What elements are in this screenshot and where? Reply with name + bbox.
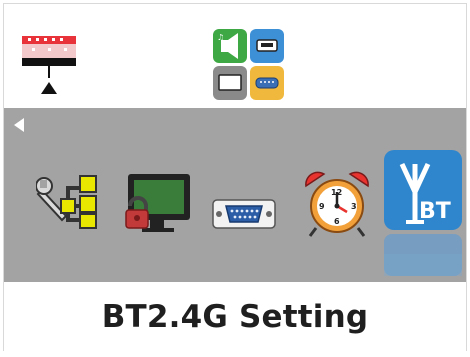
status-bar: ♫ bbox=[4, 4, 466, 107]
up-arrow-icon bbox=[41, 82, 57, 94]
signal-meter-icon bbox=[22, 34, 76, 94]
alarm-clock-icon[interactable]: 12 3 6 9 bbox=[302, 168, 372, 238]
selected-item-label: BT2.4G Setting bbox=[101, 299, 369, 335]
rs232-port-icon[interactable] bbox=[212, 196, 276, 230]
svg-text:3: 3 bbox=[351, 202, 357, 211]
network-settings-icon[interactable] bbox=[36, 170, 108, 232]
bluetooth-signal-icon[interactable]: BT bbox=[384, 150, 462, 276]
svg-text:BT: BT bbox=[419, 199, 451, 224]
hdmi-icon bbox=[250, 29, 284, 63]
input-source-icon: ♫ bbox=[213, 29, 247, 63]
input-source-group[interactable]: ♫ bbox=[212, 28, 286, 102]
display-icon bbox=[213, 66, 247, 100]
svg-text:9: 9 bbox=[319, 202, 325, 211]
back-arrow-icon[interactable] bbox=[12, 117, 26, 133]
selected-item-label-area: BT2.4G Setting bbox=[4, 282, 466, 352]
device-screen: ♫ 3 6 9 BT BT2.4G Setting bbox=[3, 3, 467, 352]
svg-text:♫: ♫ bbox=[217, 33, 224, 42]
display-lock-icon[interactable] bbox=[122, 172, 194, 236]
menu-strip: 12 3 6 9 BT bbox=[4, 108, 466, 282]
serial-port-icon bbox=[250, 66, 284, 100]
svg-text:6: 6 bbox=[334, 217, 340, 226]
